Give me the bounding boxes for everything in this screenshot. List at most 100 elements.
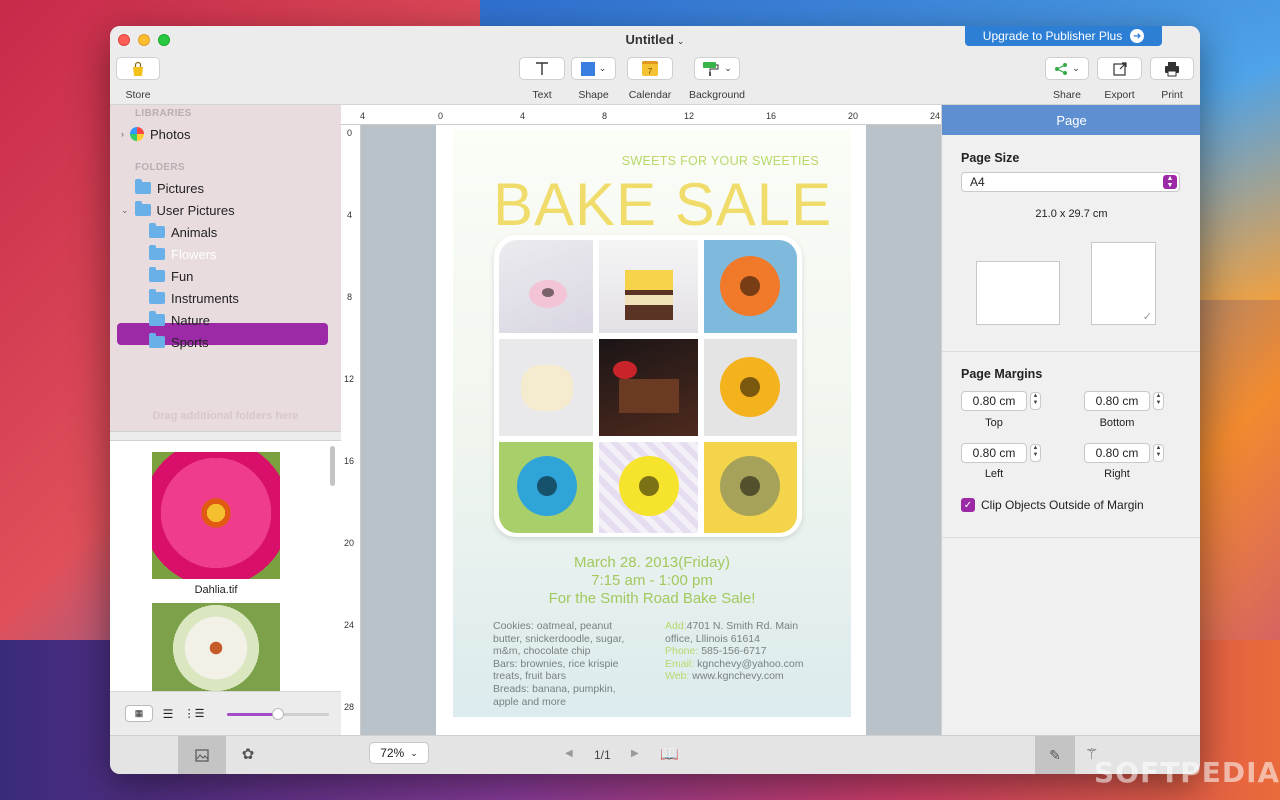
items-line: Bars: brownies, rice krispie — [493, 657, 619, 670]
email-line: Email: kgnchevy@yahoo.com — [665, 658, 845, 671]
arrow-right-icon: ➜ — [1130, 29, 1145, 43]
poster-items-list[interactable]: Cookies: oatmeal, peanut butter, snicker… — [493, 620, 653, 708]
next-page-button[interactable]: ▶ — [631, 748, 639, 759]
section-divider — [942, 351, 1200, 352]
bottom-margin-stepper[interactable]: ▲ ▼ — [1153, 392, 1164, 410]
folder-icon — [149, 289, 165, 304]
background-label: Background — [688, 89, 746, 101]
right-margin-stepper[interactable]: ▲ ▼ — [1153, 444, 1164, 462]
sidebar-item-nature[interactable]: Nature — [149, 310, 210, 330]
tab-page[interactable]: Page — [942, 105, 1200, 135]
sidebar-item-animals[interactable]: Animals — [149, 222, 217, 242]
library-sidebar: LIBRARIES › Photos FOLDERS Pictures ⌄ Us… — [110, 105, 341, 431]
top-margin-field[interactable]: 0.80 cm — [961, 391, 1027, 411]
thumbnail-scrollbar[interactable] — [330, 446, 335, 486]
items-line: butter, snickerdoodle, sugar, — [493, 632, 625, 645]
upgrade-button[interactable]: Upgrade to Publisher Plus ➜ — [965, 26, 1162, 46]
ruler-tick-label: 4 — [520, 111, 526, 121]
image-library-toggle[interactable] — [178, 736, 226, 774]
detail-view-icon[interactable]: ⋮☰ — [184, 705, 205, 722]
previous-page-button[interactable]: ◀ — [565, 748, 573, 759]
ruler-tick-label: 4 — [360, 111, 366, 121]
ruler-tick-label: 16 — [766, 111, 777, 121]
edit-icon[interactable]: ✎ — [1035, 736, 1075, 774]
donut-shape — [720, 357, 780, 417]
bottom-margin-field[interactable]: 0.80 cm — [1084, 391, 1150, 411]
thumbnail-size-slider[interactable] — [227, 708, 329, 720]
chevron-down-icon: ⌄ — [598, 63, 607, 73]
left-margin-stepper[interactable]: ▲ ▼ — [1030, 444, 1041, 462]
slider-knob[interactable] — [272, 708, 284, 720]
clip-objects-option[interactable]: ✓ Clip Objects Outside of Margin — [961, 498, 1144, 512]
landscape-orientation-button[interactable] — [976, 261, 1060, 325]
right-margin-field[interactable]: 0.80 cm — [1084, 443, 1150, 463]
left-margin-label: Left — [984, 468, 1004, 480]
ruler-tick-label: 8 — [347, 292, 353, 302]
document-page[interactable]: SWEETS FOR YOUR SWEETIES BAKE SALE March… — [436, 125, 866, 735]
sidebar-item-instruments[interactable]: Instruments — [149, 288, 239, 308]
cake-shape — [625, 270, 673, 320]
photo-grid[interactable] — [494, 235, 802, 537]
portrait-orientation-button[interactable]: ✓ — [1091, 242, 1156, 325]
chevron-right-icon: › — [121, 129, 124, 139]
top-margin-label: Top — [985, 417, 1003, 429]
bottom-margin-label: Bottom — [1099, 417, 1135, 429]
items-line: m&m, chocolate chip — [493, 645, 591, 658]
poster-event-info[interactable]: March 28. 2013(Friday) 7:15 am - 1:00 pm… — [453, 554, 851, 608]
chevron-down-icon: ⌄ — [724, 63, 732, 73]
print-button[interactable] — [1150, 57, 1194, 80]
orange-donut-photo — [704, 240, 797, 333]
sidebar-item-user-pictures[interactable]: ⌄ User Pictures — [121, 200, 235, 220]
left-margin-field[interactable]: 0.80 cm — [961, 443, 1027, 463]
softpedia-watermark: SOFTPEDIA — [1094, 756, 1280, 789]
calendar-button[interactable]: 7 — [627, 57, 673, 80]
clipart-icon[interactable]: ✿ — [237, 745, 259, 765]
chevron-down-icon: ⌄ — [676, 36, 685, 46]
page-size-select[interactable]: A4 ▲ ▼ — [961, 172, 1180, 192]
checkmark-icon: ✓ — [1142, 311, 1152, 323]
sidebar-item-photos[interactable]: › Photos — [121, 124, 190, 144]
poster-contact-info[interactable]: Add:4701 N. Smith Rd. Main office, Lllin… — [665, 620, 845, 683]
sidebar-item-sports[interactable]: Sports — [149, 332, 209, 352]
folder-icon — [134, 201, 151, 216]
ruler-tick-label: 8 — [602, 111, 608, 121]
page-margins-label: Page Margins — [961, 367, 1043, 381]
sidebar-item-pictures[interactable]: Pictures — [135, 178, 204, 198]
poster-cta: For the Smith Road Bake Sale! — [548, 590, 756, 607]
folder-icon — [149, 333, 165, 348]
top-margin-stepper[interactable]: ▲ ▼ — [1030, 392, 1041, 410]
address-value: 4701 N. Smith Rd. Main — [686, 620, 799, 632]
sidebar-item-fun[interactable]: Fun — [149, 266, 193, 286]
clip-checkbox[interactable]: ✓ — [961, 498, 975, 512]
ruler-tick-label: 24 — [930, 111, 941, 121]
green-donut-photo — [704, 442, 797, 533]
background-button[interactable]: ⌄ — [694, 57, 740, 80]
zoom-select[interactable]: 72% ⌄ — [369, 742, 429, 764]
store-button[interactable] — [116, 57, 160, 80]
export-button[interactable] — [1097, 57, 1142, 80]
section-divider — [942, 537, 1200, 538]
text-button[interactable] — [519, 57, 565, 80]
slider-fill — [227, 713, 278, 716]
sidebar-item-flowers[interactable]: Flowers — [149, 244, 217, 264]
poster-headline[interactable]: BAKE SALE — [493, 170, 832, 240]
print-label: Print — [1161, 89, 1183, 101]
cake-slice-photo — [599, 240, 698, 333]
right-margin-label: Right — [1104, 468, 1130, 480]
bake-sale-poster[interactable]: SWEETS FOR YOUR SWEETIES BAKE SALE March… — [453, 130, 851, 717]
phone-line: Phone: 585-156-6717 — [665, 645, 845, 658]
poster-tagline[interactable]: SWEETS FOR YOUR SWEETIES — [622, 154, 819, 168]
image-icon — [195, 748, 209, 762]
list-view-icon[interactable]: ☰ — [158, 705, 178, 722]
brownie-photo — [599, 339, 698, 436]
shape-label: Shape — [578, 89, 609, 101]
sidebar-item-label: Animals — [171, 224, 218, 240]
split-handle[interactable] — [110, 431, 341, 441]
shape-button[interactable]: ⌄ — [571, 57, 616, 80]
grid-view-icon[interactable]: ▦ — [125, 705, 153, 722]
book-icon[interactable]: 📖 — [660, 745, 679, 763]
share-button[interactable]: ⌄ — [1045, 57, 1089, 80]
dandelion-thumbnail[interactable] — [152, 603, 280, 691]
dahlia-thumbnail[interactable] — [152, 452, 280, 579]
photos-app-icon — [130, 127, 144, 141]
